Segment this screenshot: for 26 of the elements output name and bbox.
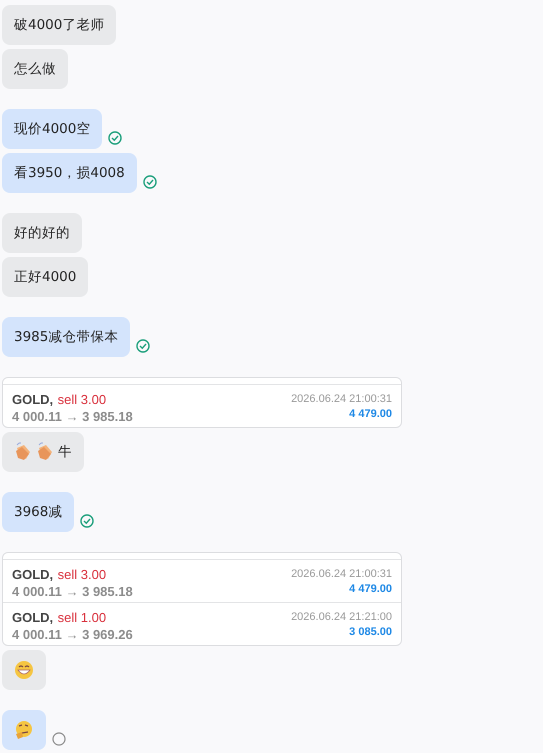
trade-profit: 3 085.00 xyxy=(349,626,392,638)
message-text: 牛 xyxy=(58,443,72,461)
trade-profit: 4 479.00 xyxy=(349,408,392,420)
thinking-face-icon xyxy=(14,720,34,740)
message-text: 3968减 xyxy=(14,503,62,521)
trade-symbol: GOLD, xyxy=(12,567,54,582)
trade-prices: 4 000.11 → 3 969.26 xyxy=(12,627,133,642)
trade-symbol: GOLD, xyxy=(12,610,54,625)
message-text: 破4000了老师 xyxy=(14,16,104,34)
trade-prices: 4 000.11 → 3 985.18 xyxy=(12,409,133,424)
message-text: 正好4000 xyxy=(14,268,76,286)
trade-profit: 4 479.00 xyxy=(349,583,392,595)
trade-time: 2026.06.24 21:00:31 xyxy=(291,393,392,405)
message-text: 怎么做 xyxy=(14,60,56,78)
trade-side: sell 3.00 xyxy=(58,567,106,582)
message-text: 3985减仓带保本 xyxy=(14,328,118,346)
message-text: 看3950，损4008 xyxy=(14,164,125,182)
trade-symbol: GOLD, xyxy=(12,392,54,407)
grinning-face-icon xyxy=(14,660,34,680)
trade-time: 2026.06.24 21:00:31 xyxy=(291,568,392,580)
trade-side: sell 3.00 xyxy=(58,392,106,407)
trade-side: sell 1.00 xyxy=(58,610,106,625)
trade-time: 2026.06.24 21:21:00 xyxy=(291,611,392,623)
message-text: 好的好的 xyxy=(14,224,70,242)
message-text: 现价4000空 xyxy=(14,120,90,138)
trade-prices: 4 000.11 → 3 985.18 xyxy=(12,584,133,599)
